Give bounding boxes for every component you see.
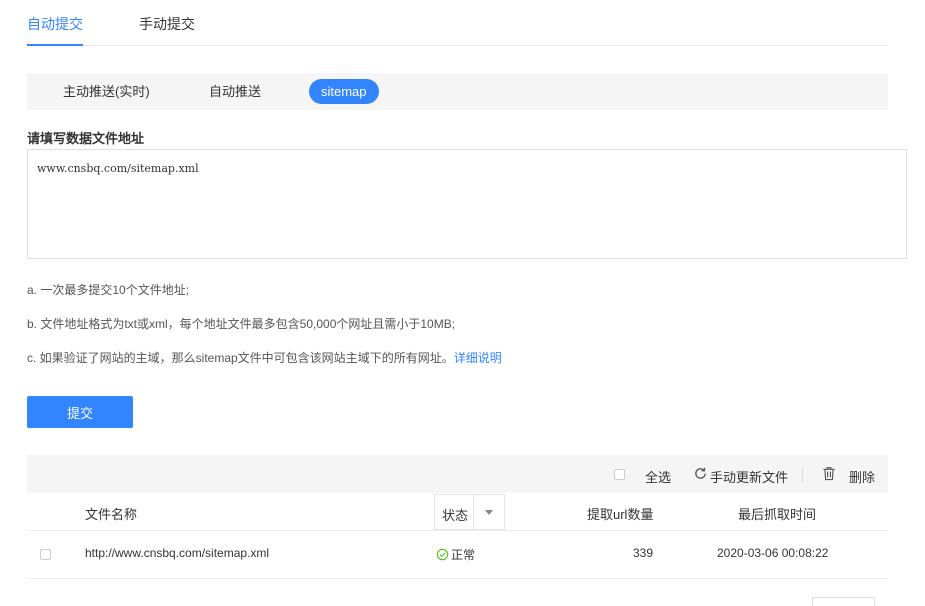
table-header: 文件名称 状态 提取url数量 最后抓取时间 — [27, 493, 888, 531]
status-filter-separator — [473, 495, 474, 529]
row-url-count: 339 — [632, 546, 653, 560]
select-all-label[interactable]: 全选 — [645, 467, 671, 486]
select-all-checkbox[interactable] — [614, 469, 625, 480]
note-c-text: c. 如果验证了网站的主域，那么sitemap文件中可包含该网站主域下的所有网址… — [27, 351, 454, 365]
note-c: c. 如果验证了网站的主域，那么sitemap文件中可包含该网站主域下的所有网址… — [27, 349, 502, 366]
header-status: 状态 — [442, 508, 469, 523]
check-circle-icon — [436, 548, 449, 561]
row-status: 正常 — [436, 546, 475, 563]
caret-down-icon — [485, 510, 493, 515]
subtab-auto-push[interactable]: 自动推送 — [197, 79, 273, 104]
row-checkbox[interactable] — [40, 549, 51, 560]
table-row: http://www.cnsbq.com/sitemap.xml 正常 339 … — [27, 531, 888, 579]
note-b: b. 文件地址格式为txt或xml，每个地址文件最多包含50,000个网址且需小… — [27, 317, 456, 331]
toolbar-divider — [802, 467, 803, 483]
subtab-active-push[interactable]: 主动推送(实时) — [51, 79, 162, 104]
table-toolbar: 全选 手动更新文件 删除 — [27, 455, 888, 493]
submit-button[interactable]: 提交 — [27, 396, 133, 428]
note-a: a. 一次最多提交10个文件地址; — [27, 283, 190, 297]
tab-manual-submit[interactable]: 手动提交 — [139, 14, 195, 34]
subtab-sitemap[interactable]: sitemap — [309, 79, 379, 104]
status-filter-dropdown[interactable]: 状态 — [434, 494, 505, 530]
header-last-crawl-time: 最后抓取时间 — [738, 507, 817, 522]
row-file-name: http://www.cnsbq.com/sitemap.xml — [85, 546, 270, 560]
row-status-text: 正常 — [451, 548, 476, 562]
trash-icon[interactable] — [822, 466, 836, 481]
sub-tabs: 主动推送(实时) 自动推送 sitemap — [27, 73, 888, 110]
delete-button[interactable]: 删除 — [849, 467, 875, 486]
detail-link[interactable]: 详细说明 — [454, 351, 502, 365]
header-url-count: 提取url数量 — [587, 507, 654, 522]
tab-auto-submit[interactable]: 自动提交 — [27, 14, 83, 46]
refresh-files-button[interactable]: 手动更新文件 — [710, 467, 788, 486]
header-file-name: 文件名称 — [85, 507, 138, 522]
sitemap-url-input[interactable]: www.cnsbq.com/sitemap.xml — [27, 149, 907, 259]
row-last-crawl-time: 2020-03-06 00:08:22 — [717, 546, 829, 560]
data-file-url-label: 请填写数据文件地址 — [27, 131, 145, 146]
pagination-control[interactable] — [812, 597, 875, 606]
top-tabs: 自动提交 手动提交 — [27, 0, 888, 46]
refresh-icon[interactable] — [693, 466, 708, 481]
